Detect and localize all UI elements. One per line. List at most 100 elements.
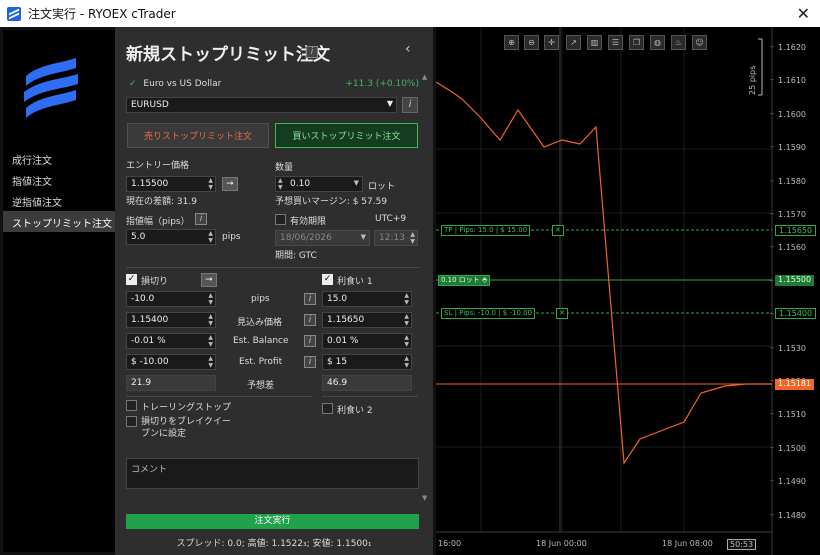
take-profit-checkbox[interactable]: ✓ bbox=[322, 274, 333, 285]
nav-item-market-order[interactable]: 成行注文 bbox=[3, 148, 115, 169]
breakeven-checkbox[interactable] bbox=[126, 416, 137, 427]
sl-close-icon[interactable]: ✕ bbox=[556, 308, 568, 319]
arrow-right-icon[interactable]: ➞ bbox=[222, 177, 238, 191]
place-order-button[interactable]: 注文実行 bbox=[126, 514, 419, 529]
expiry-time-input[interactable]: 12:13 ▲ ▼ bbox=[374, 230, 418, 246]
stop-loss-label: 損切り bbox=[141, 277, 169, 287]
price-axis-label: 1.1610 _ bbox=[770, 71, 806, 86]
take-profit-2-label: 利食い 2 bbox=[337, 406, 373, 416]
list-icon[interactable]: ☰ bbox=[608, 35, 623, 50]
nav-item-limit-order[interactable]: 指値注文 bbox=[3, 169, 115, 190]
tp-side: TP bbox=[444, 226, 453, 234]
order-panel: 新規ストップリミット注文 i ‹ ▲ ✓ Euro vs US Dollar +… bbox=[115, 27, 433, 555]
tp-pips-input[interactable]: 15.0 ▲ ▼ bbox=[322, 291, 412, 307]
stepper-icon[interactable]: ▲ ▼ bbox=[404, 313, 409, 327]
info-icon[interactable]: i bbox=[304, 314, 316, 326]
tp-price-value: 1.15650 bbox=[327, 315, 365, 325]
limit-range-input[interactable]: 5.0 ▲ ▼ bbox=[126, 229, 216, 245]
entry-size: 0.10 ロット bbox=[441, 276, 480, 284]
symbol-full-name: Euro vs US Dollar bbox=[143, 79, 222, 89]
entry-line-tag[interactable]: 0.10 ロット ⬘ bbox=[438, 275, 491, 286]
price-axis-tick: _ bbox=[770, 438, 774, 448]
price-axis-label: 1.1620 _ bbox=[770, 38, 806, 52]
sl-profit-input[interactable]: $ -10.00 ▲ ▼ bbox=[126, 354, 216, 370]
globe-icon[interactable]: ◍ bbox=[650, 35, 665, 50]
stepper-icon[interactable]: ▲ ▼ bbox=[208, 334, 213, 348]
stop-loss-checkbox[interactable]: ✓ bbox=[126, 274, 137, 285]
fire-icon[interactable]: ♨ bbox=[671, 35, 686, 50]
stepper-icon[interactable]: ▲ ▼ bbox=[404, 355, 409, 369]
price-chart[interactable]: ⊕ ⊖ ✛ ↗ ▥ ☰ ❐ ◍ ♨ ☺ 25 pips 1.1620 _ 1.161… bbox=[436, 27, 820, 555]
entry-price-label: エントリー価格 bbox=[126, 161, 190, 171]
price-axis-label: 1.1600 _ bbox=[770, 104, 806, 119]
price-axis-tick: _ bbox=[770, 338, 774, 348]
symbol-info-icon[interactable]: i bbox=[402, 97, 418, 113]
stepper-icon[interactable]: ▲ ▼ bbox=[208, 177, 213, 191]
tp-price-input[interactable]: 1.15650 ▲ ▼ bbox=[322, 312, 412, 328]
collapse-chevron-icon[interactable]: ‹ bbox=[405, 41, 411, 57]
stepper-icon[interactable]: ▲ ▼ bbox=[208, 230, 213, 244]
take-profit-2-checkbox[interactable] bbox=[322, 403, 333, 414]
info-icon[interactable]: i bbox=[304, 356, 316, 368]
zoom-in-icon[interactable]: ⊕ bbox=[504, 35, 519, 50]
sl-price-input[interactable]: 1.15400 ▲ ▼ bbox=[126, 312, 216, 328]
line-chart-icon[interactable]: ↗ bbox=[566, 35, 581, 50]
arrow-right-icon[interactable]: ➞ bbox=[201, 273, 217, 287]
nav-item-stop-order[interactable]: 逆指値注文 bbox=[3, 190, 115, 211]
divider bbox=[126, 396, 313, 397]
comment-input[interactable]: コメント bbox=[126, 458, 419, 489]
stepper-icon[interactable]: ▲ ▼ bbox=[278, 177, 283, 191]
sl-side: SL bbox=[444, 309, 453, 317]
expiry-checkbox[interactable] bbox=[275, 214, 286, 225]
tp-price-tag: 1.15650 bbox=[775, 225, 817, 236]
limit-range-info-icon[interactable]: i bbox=[195, 213, 207, 225]
sl-line-tag[interactable]: SL | Pips: -10.0 | $ -10.00 bbox=[441, 308, 536, 319]
price-axis-label: 1.1590 _ bbox=[770, 138, 806, 153]
dropdown-caret-icon: ▼ bbox=[353, 179, 359, 187]
tp-line-tag[interactable]: TP | Pips: 15.0 | $ 15.00 bbox=[441, 225, 531, 236]
entry-price-input[interactable]: 1.15500 ▲ ▼ bbox=[126, 176, 216, 192]
tp-pips: Pips: 15.0 bbox=[459, 226, 494, 234]
stepper-icon[interactable]: ▲ ▼ bbox=[208, 292, 213, 306]
info-icon[interactable]: i bbox=[304, 293, 316, 305]
stepper-icon[interactable]: ▲ ▼ bbox=[404, 334, 409, 348]
nav-item-stop-limit-order[interactable]: ストップリミット注文 bbox=[3, 211, 115, 232]
sell-stop-limit-button[interactable]: 売りストップリミット注文 bbox=[127, 123, 269, 148]
scroll-down-icon[interactable]: ▼ bbox=[422, 494, 427, 502]
chart-canvas bbox=[436, 27, 773, 555]
symbol-select[interactable]: EURUSD ▼ bbox=[126, 97, 397, 113]
stepper-icon[interactable]: ▲ ▼ bbox=[208, 355, 213, 369]
tp-close-icon[interactable]: ✕ bbox=[552, 225, 564, 236]
buy-stop-limit-button[interactable]: 買いストップリミット注文 bbox=[275, 123, 418, 148]
tp-spread-distance: 46.9 bbox=[322, 375, 412, 391]
sl-balance-input[interactable]: -0.01 % ▲ ▼ bbox=[126, 333, 216, 349]
crosshair-icon[interactable]: ✛ bbox=[544, 35, 559, 50]
expiry-period: 期間: GTC bbox=[275, 251, 317, 261]
user-icon[interactable]: ☺ bbox=[692, 35, 707, 50]
window-title: 注文実行 - RYOEX cTrader bbox=[28, 7, 176, 21]
trailing-stop-checkbox[interactable] bbox=[126, 400, 137, 411]
quantity-input[interactable]: ▲ ▼ 0.10 ▼ bbox=[275, 176, 363, 192]
tp-balance-input[interactable]: 0.01 % ▲ ▼ bbox=[322, 333, 412, 349]
copy-icon[interactable]: ❐ bbox=[629, 35, 644, 50]
bar-chart-icon[interactable]: ▥ bbox=[587, 35, 602, 50]
sl-pips-input[interactable]: -10.0 ▲ ▼ bbox=[126, 291, 216, 307]
entry-price-value: 1.15500 bbox=[131, 179, 169, 189]
price-axis-tick: _ bbox=[770, 171, 774, 181]
tp-profit-input[interactable]: $ 15 ▲ ▼ bbox=[322, 354, 412, 370]
close-icon[interactable]: ✕ bbox=[797, 4, 810, 23]
info-icon[interactable]: i bbox=[304, 335, 316, 347]
expiry-date-input[interactable]: 18/06/2026 ▼ bbox=[275, 230, 370, 246]
symbol-code: EURUSD bbox=[131, 100, 169, 110]
price-axis-label: 1.1510 _ bbox=[770, 405, 806, 420]
price-axis-label: 1.1480 _ bbox=[770, 505, 806, 520]
row-label-est-balance: Est. Balance bbox=[233, 336, 289, 346]
scroll-up-icon[interactable]: ▲ bbox=[422, 73, 427, 81]
stepper-icon[interactable]: ▲ ▼ bbox=[404, 292, 409, 306]
expiry-label: 有効期限 bbox=[290, 217, 327, 227]
info-icon[interactable]: i bbox=[306, 46, 318, 58]
stepper-icon[interactable]: ▲ ▼ bbox=[208, 313, 213, 327]
take-profit-label: 利食い 1 bbox=[337, 277, 373, 287]
zoom-out-icon[interactable]: ⊖ bbox=[524, 35, 539, 50]
stepper-icon[interactable]: ▲ ▼ bbox=[410, 231, 415, 245]
